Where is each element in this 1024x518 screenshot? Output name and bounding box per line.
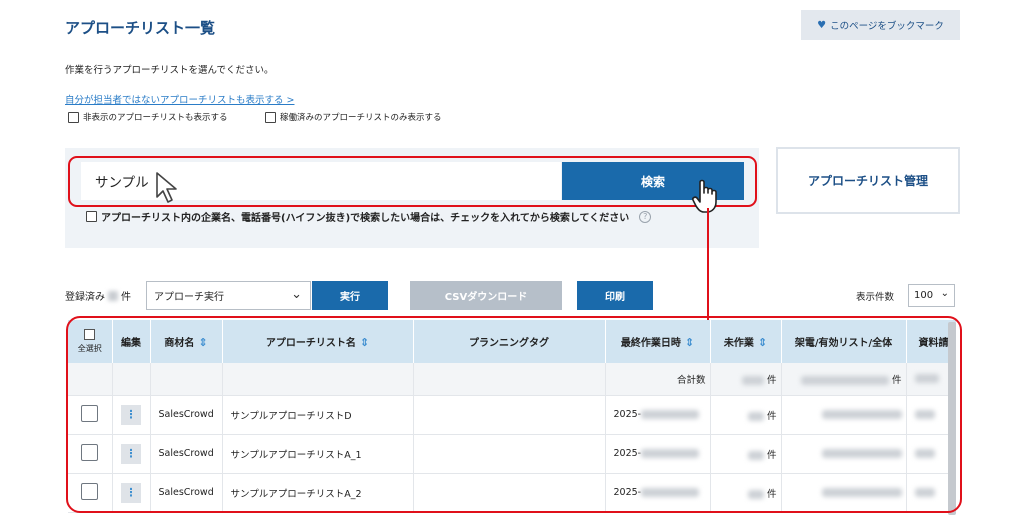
csv-download-button[interactable]: CSVダウンロード bbox=[410, 281, 562, 310]
show-active-only-checkbox[interactable]: 稼働済みのアプローチリストのみ表示する bbox=[265, 111, 442, 123]
help-icon[interactable]: ? bbox=[639, 210, 652, 223]
checkbox-label: 稼働済みのアプローチリストのみ表示する bbox=[280, 113, 442, 123]
search-note-label: アプローチリスト内の企業名、電話番号(ハイフン抜き)で検索したい場合は、チェック… bbox=[101, 213, 630, 224]
action-select-value: アプローチ実行 bbox=[154, 292, 224, 303]
checkbox-box[interactable] bbox=[68, 111, 79, 123]
show-other-lists-link[interactable]: 自分が担当者ではないアプローチリストも表示する > bbox=[65, 92, 294, 106]
bookmark-button[interactable]: ♥ このページをブックマーク bbox=[801, 10, 960, 40]
instruction-text: 作業を行うアプローチリストを選んでください。 bbox=[65, 65, 274, 76]
checkbox-label: 非表示のアプローチリストも表示する bbox=[83, 113, 228, 123]
chevron-down-icon: ⌄ bbox=[291, 287, 302, 302]
registered-count: 登録済み 件 bbox=[65, 288, 131, 303]
heart-icon: ♥ bbox=[817, 19, 827, 31]
bookmark-label: このページをブックマーク bbox=[830, 21, 944, 32]
display-count-select[interactable]: 100 ⌄ bbox=[908, 284, 955, 307]
hand-pointer-icon bbox=[692, 179, 717, 213]
mouse-pointer-icon bbox=[156, 172, 177, 203]
run-button[interactable]: 実行 bbox=[312, 281, 388, 310]
action-select[interactable]: アプローチ実行 ⌄ bbox=[146, 281, 311, 310]
manage-approach-list-button[interactable]: アプローチリスト管理 bbox=[776, 147, 960, 214]
print-button[interactable]: 印刷 bbox=[577, 281, 653, 310]
registered-number bbox=[108, 290, 118, 301]
checkbox-box[interactable] bbox=[265, 111, 276, 123]
display-count-value: 100 bbox=[914, 290, 934, 301]
checkbox-box[interactable] bbox=[86, 211, 97, 222]
company-search-checkbox[interactable]: アプローチリスト内の企業名、電話番号(ハイフン抜き)で検索したい場合は、チェック… bbox=[86, 209, 652, 224]
display-count-label: 表示件数 bbox=[856, 292, 895, 303]
page-title: アプローチリスト一覧 bbox=[65, 19, 216, 37]
registered-suffix: 件 bbox=[121, 292, 131, 303]
table-highlight bbox=[66, 316, 962, 513]
chevron-down-icon: ⌄ bbox=[940, 288, 949, 299]
registered-prefix: 登録済み bbox=[65, 292, 105, 303]
show-hidden-checkbox[interactable]: 非表示のアプローチリストも表示する bbox=[68, 111, 228, 123]
